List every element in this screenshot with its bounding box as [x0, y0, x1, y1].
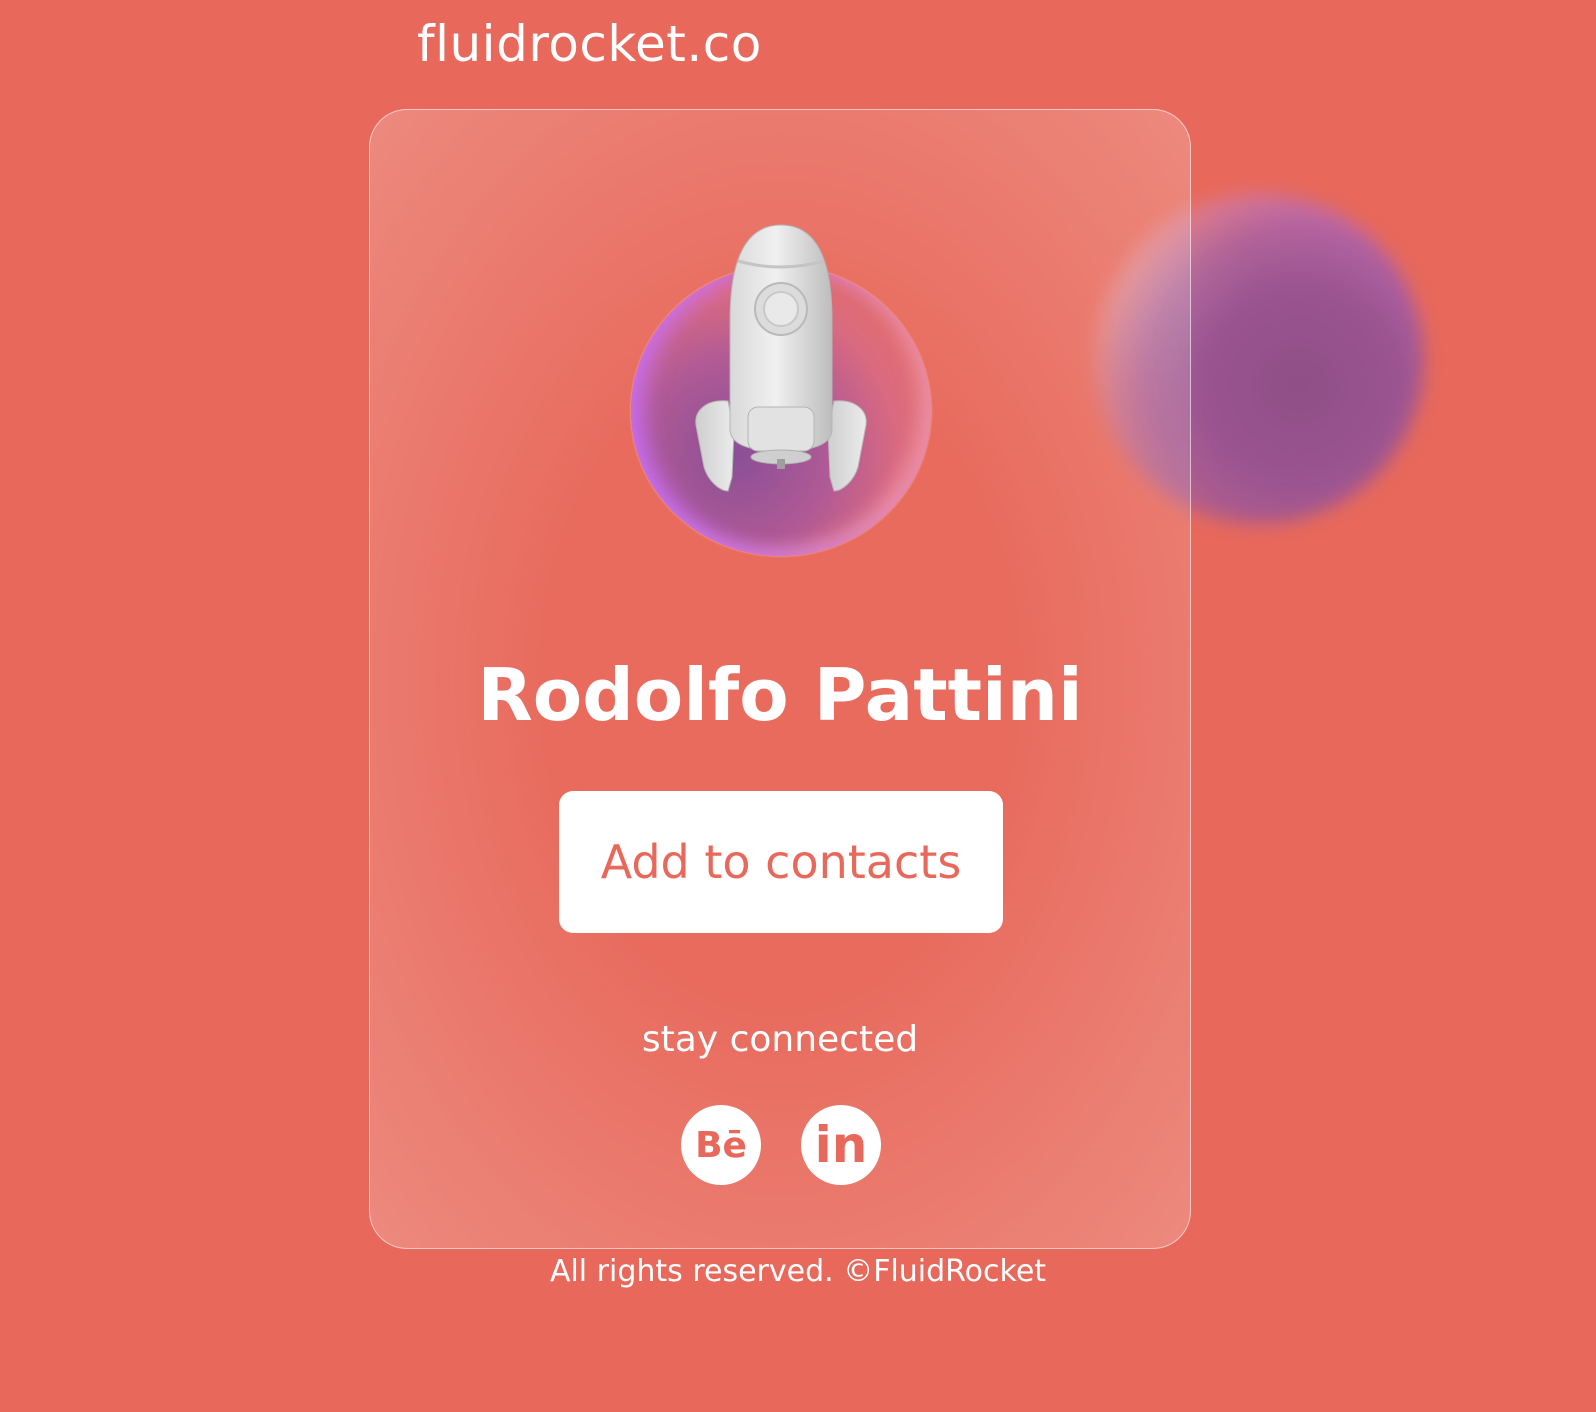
- profile-card: Rodolfo Pattini Add to contacts stay con…: [369, 109, 1191, 1249]
- contact-name: Rodolfo Pattini: [477, 653, 1083, 737]
- rocket-icon: [695, 224, 867, 492]
- behance-icon[interactable]: Bē: [681, 1105, 761, 1185]
- stay-connected-label: stay connected: [641, 1019, 919, 1060]
- add-to-contacts-button[interactable]: Add to contacts: [559, 791, 1003, 933]
- site-logo-text[interactable]: fluidrocket.co: [417, 12, 762, 76]
- linkedin-icon[interactable]: in: [801, 1105, 881, 1185]
- footer-copyright: All rights reserved. ©FluidRocket: [549, 1254, 1047, 1289]
